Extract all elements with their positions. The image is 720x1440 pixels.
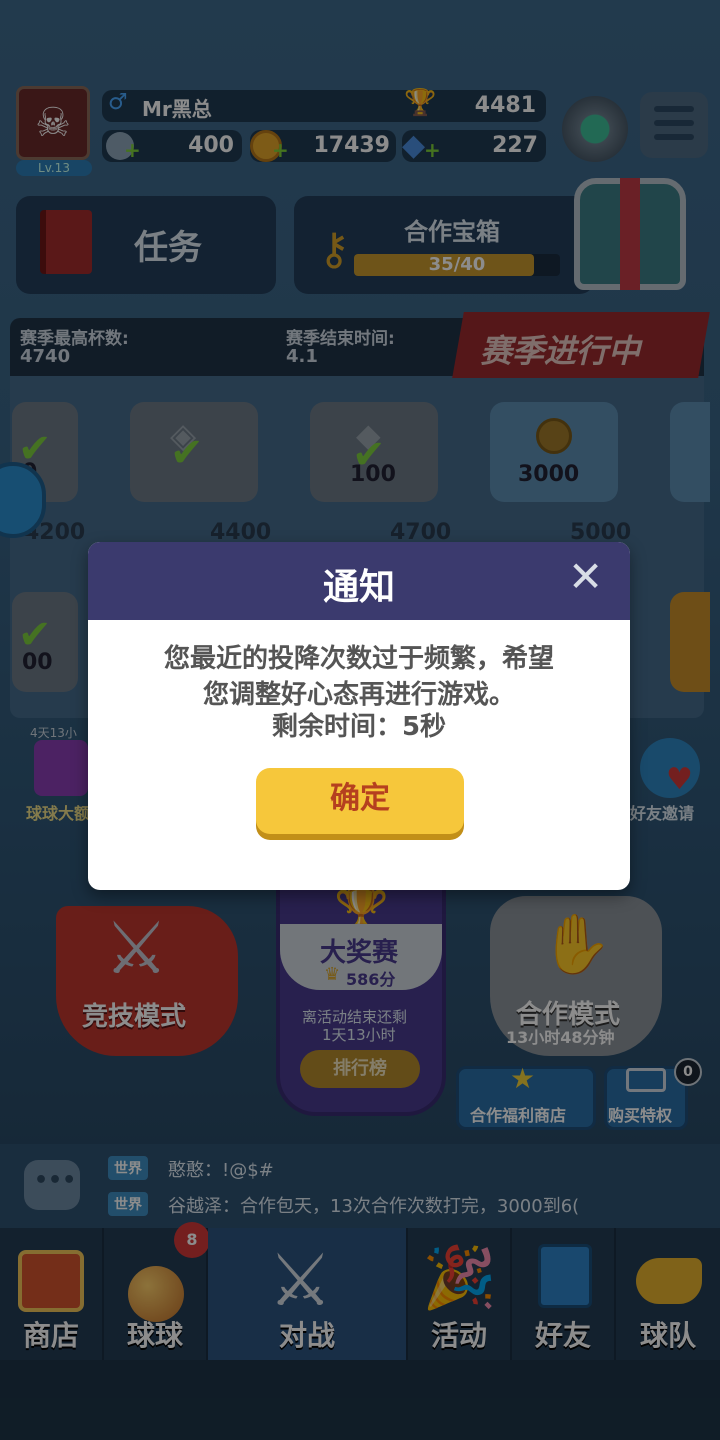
dialog-message-line1: 您最近的投降次数过于频繁，希望 [163,644,554,674]
dialog-title: 通知 [322,567,395,608]
dialog-remaining-time: 剩余时间：5秒 [271,712,447,742]
confirm-button-label: 确定 [330,781,390,816]
confirm-button[interactable]: 确定 [256,768,464,834]
notice-dialog: 通知 ✕ 您最近的投降次数过于频繁，希望 您调整好心态再进行游戏。 剩余时间：5… [88,542,630,890]
close-icon[interactable]: ✕ [568,552,603,601]
